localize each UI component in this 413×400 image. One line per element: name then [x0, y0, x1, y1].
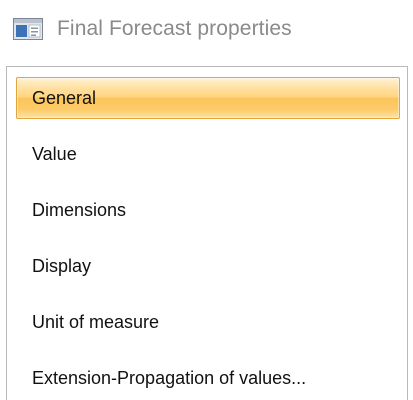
nav-item-value[interactable]: Value: [16, 133, 400, 175]
nav-item-extension-propagation[interactable]: Extension-Propagation of values...: [16, 357, 400, 399]
nav-item-dimensions[interactable]: Dimensions: [16, 189, 400, 231]
nav-item-display[interactable]: Display: [16, 245, 400, 287]
properties-nav-list: General Value Dimensions Display Unit of…: [16, 77, 400, 400]
nav-item-unit-of-measure[interactable]: Unit of measure: [16, 301, 400, 343]
nav-item-general[interactable]: General: [16, 77, 400, 119]
properties-nav-panel: General Value Dimensions Display Unit of…: [6, 66, 408, 400]
window-title-bar: Final Forecast properties: [13, 14, 292, 44]
properties-window-icon: [13, 18, 43, 40]
window-title: Final Forecast properties: [57, 17, 292, 40]
